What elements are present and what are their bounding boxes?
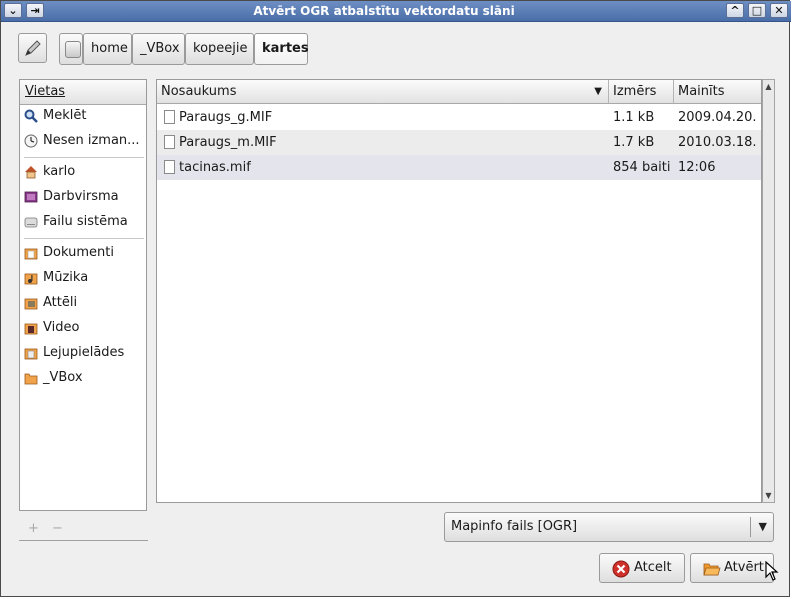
cancel-icon	[612, 560, 630, 578]
file-type-filter[interactable]: Mapinfo fails [OGR] ▼	[444, 512, 774, 542]
open-button[interactable]: Atvērt	[690, 553, 774, 583]
crumb-kartes[interactable]: kartes	[254, 33, 309, 65]
type-location-button[interactable]	[18, 33, 47, 63]
place-home[interactable]: karlo	[20, 161, 146, 183]
file-type-filter-value: Mapinfo fails [OGR]	[451, 519, 578, 534]
file-icon	[164, 110, 175, 124]
place-video[interactable]: Video	[20, 317, 146, 339]
place-search[interactable]: Meklēt	[20, 105, 146, 127]
places-separator	[24, 157, 144, 158]
scroll-up-icon[interactable]: ▲	[763, 81, 774, 92]
drive-icon	[65, 41, 81, 58]
chevron-up-icon: ^	[730, 4, 740, 17]
recent-icon	[24, 134, 38, 148]
column-size-header[interactable]: Izmērs	[609, 80, 674, 104]
chevron-down-icon: ⌄	[8, 4, 18, 17]
title-bar: ⌄ ⇥ Atvērt OGR atbalstītu vektordatu slā…	[1, 1, 791, 22]
open-folder-icon	[703, 563, 721, 576]
column-name-header[interactable]: Nosaukums ▼	[157, 80, 609, 104]
pencil-icon	[25, 40, 41, 56]
desktop-icon	[24, 191, 38, 203]
crumb-home[interactable]: home	[83, 33, 132, 65]
table-row[interactable]: tacinas.mif 854 baiti 12:06	[157, 155, 761, 180]
place-pictures[interactable]: Attēli	[20, 292, 146, 314]
sidebar-bottom-divider	[19, 540, 148, 541]
table-row[interactable]: Paraugs_g.MIF 1.1 kB 2009.04.20.	[157, 105, 761, 130]
crumb-vbox[interactable]: _VBox	[132, 33, 185, 65]
folder-icon	[24, 298, 38, 310]
remove-bookmark-button[interactable]: −	[52, 521, 63, 536]
file-list-scrollbar[interactable]: ▲ ▼	[762, 79, 775, 503]
places-sidebar: Vietas Meklēt Nesen izman... karlo Darbv…	[19, 79, 147, 511]
place-downloads[interactable]: Lejupielādes	[20, 342, 146, 364]
folder-icon	[24, 373, 38, 385]
maximize-button[interactable]: □	[748, 3, 766, 18]
column-modified-header[interactable]: Mainīts	[674, 80, 761, 104]
home-icon	[25, 166, 37, 179]
drive-icon	[24, 217, 38, 228]
place-recent[interactable]: Nesen izman...	[20, 130, 146, 152]
close-icon: ✕	[774, 4, 784, 17]
place-vbox[interactable]: _VBox	[20, 367, 146, 389]
file-list: Nosaukums ▼ Izmērs Mainīts Paraugs_g.MIF…	[156, 79, 762, 503]
file-icon	[164, 135, 175, 149]
mouse-pointer-icon	[765, 560, 779, 586]
maximize-icon: □	[751, 4, 763, 17]
place-filesystem[interactable]: Failu sistēma	[20, 211, 146, 233]
file-icon	[164, 160, 175, 174]
file-open-dialog: ⌄ ⇥ Atvērt OGR atbalstītu vektordatu slā…	[0, 0, 791, 597]
scroll-down-icon[interactable]: ▼	[763, 490, 774, 501]
places-header[interactable]: Vietas	[20, 80, 146, 105]
place-documents[interactable]: Dokumenti	[20, 242, 146, 264]
place-desktop[interactable]: Darbvirsma	[20, 186, 146, 208]
close-button[interactable]: ✕	[770, 3, 788, 18]
path-root-drive-button[interactable]	[59, 33, 83, 65]
cancel-button[interactable]: Atcelt	[599, 553, 685, 583]
sort-arrow-icon: ▼	[594, 86, 602, 97]
pin-button[interactable]: ⇥	[26, 3, 44, 18]
table-row[interactable]: Paraugs_m.MIF 1.7 kB 2010.03.18.	[157, 130, 761, 155]
folder-icon	[24, 323, 38, 335]
shade-button[interactable]: ^	[726, 3, 744, 18]
window-title: Atvērt OGR atbalstītu vektordatu slāni	[253, 4, 515, 18]
search-icon	[24, 109, 38, 123]
folder-icon	[24, 348, 38, 360]
places-separator	[24, 238, 144, 239]
add-bookmark-button[interactable]: +	[28, 521, 39, 536]
pin-icon: ⇥	[30, 4, 40, 17]
filter-divider	[750, 517, 751, 537]
folder-icon	[24, 248, 38, 260]
folder-icon	[24, 273, 38, 285]
window-menu-button[interactable]: ⌄	[4, 3, 22, 18]
dropdown-arrow-icon: ▼	[758, 520, 767, 533]
place-music[interactable]: Mūzika	[20, 267, 146, 289]
crumb-kopeejie[interactable]: kopeejie	[185, 33, 254, 65]
